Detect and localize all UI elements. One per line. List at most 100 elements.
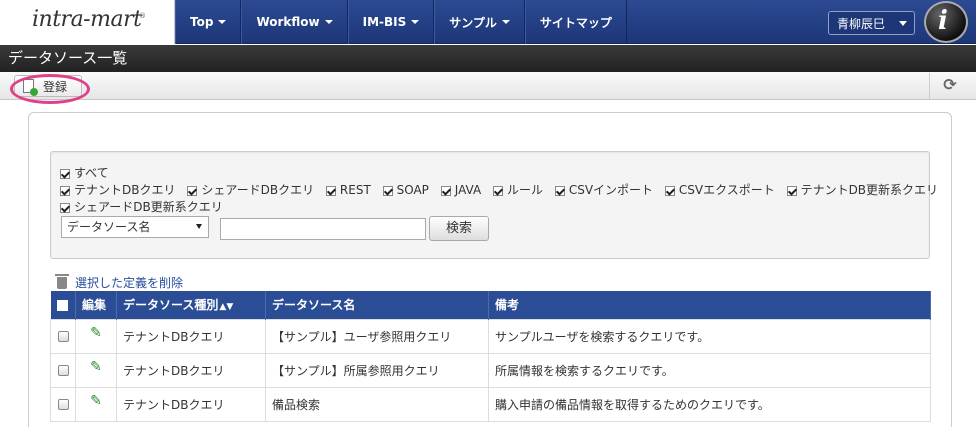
select-all-checkbox[interactable] (57, 299, 69, 311)
note-cell: 購入申請の備品情報を取得するためのクエリです。 (488, 386, 931, 422)
nav-sample-label: サンプル (449, 15, 497, 30)
filter-label: SOAP (396, 183, 429, 197)
caret-down-icon (411, 20, 420, 24)
filter-csv-import[interactable]: CSVインポート (554, 181, 653, 198)
checkbox[interactable] (554, 185, 565, 196)
trash-icon (55, 273, 69, 289)
nav-sitemap[interactable]: サイトマップ (524, 0, 627, 44)
checkbox[interactable] (382, 185, 393, 196)
filter-csv-export[interactable]: CSVエクスポート (664, 181, 775, 198)
note-header: 備考 (488, 291, 931, 319)
select-value: データソース名 (67, 220, 151, 234)
table-header-row: 編集 データソース種別▲▼ データソース名 備考 (50, 291, 931, 319)
checkbox[interactable] (664, 185, 675, 196)
filter-label: JAVA (454, 183, 482, 197)
checkbox[interactable] (60, 202, 70, 213)
checkbox[interactable] (187, 185, 198, 196)
name-cell: 備品検索 (265, 386, 489, 422)
type-header[interactable]: データソース種別▲▼ (116, 291, 266, 319)
filter-label: テナントDBクエリ (74, 183, 176, 197)
table-row: ✎ テナントDBクエリ 【サンプル】ユーザ参照用クエリ サンプルユーザを検索する… (50, 318, 931, 354)
filter-label: テナントDB更新系クエリ (800, 183, 939, 197)
filter-label: CSVエクスポート (678, 183, 775, 197)
delete-selected-link[interactable]: 選択した定義を削除 (55, 273, 184, 291)
filter-label: REST (339, 183, 371, 197)
search-field-select[interactable]: データソース名 (61, 216, 209, 238)
nav-workflow[interactable]: Workflow (241, 0, 348, 44)
nav-top-label: Top (190, 15, 214, 29)
filter-label: シェアードDB更新系クエリ (74, 200, 223, 214)
delete-selected-label: 選択した定義を削除 (75, 276, 184, 290)
checkbox[interactable] (492, 185, 503, 196)
note-cell: サンプルユーザを検索するクエリです。 (488, 318, 931, 354)
filter-java[interactable]: JAVA (440, 183, 482, 197)
row-select-cell (50, 386, 76, 422)
caret-down-icon (899, 21, 907, 26)
checkbox[interactable] (60, 168, 70, 179)
filter-soap[interactable]: SOAP (382, 183, 429, 197)
checkbox[interactable] (786, 185, 797, 196)
filter-tenant-db-query[interactable]: テナントDBクエリ (60, 181, 175, 198)
search-button[interactable]: 検索 (429, 216, 489, 241)
type-cell: テナントDBクエリ (116, 386, 266, 422)
sort-icon[interactable]: ▲▼ (219, 302, 233, 312)
filter-label: シェアードDBクエリ (201, 183, 315, 197)
nav-sitemap-label: サイトマップ (539, 15, 612, 30)
type-cell: テナントDBクエリ (116, 352, 266, 388)
register-button[interactable]: 登録 (14, 75, 82, 97)
page-title: データソース一覧 (0, 45, 976, 72)
search-input[interactable] (220, 218, 426, 240)
caret-down-icon (218, 20, 227, 24)
edit-pencil-icon[interactable]: ✎ (90, 325, 102, 341)
name-header: データソース名 (265, 291, 489, 319)
table-row: ✎ テナントDBクエリ 備品検索 購入申請の備品情報を取得するためのクエリです。 (50, 386, 931, 422)
filter-all[interactable]: すべて (60, 164, 109, 181)
logo-text: intra-mart (32, 7, 142, 32)
table-row: ✎ テナントDBクエリ 【サンプル】所属参照用クエリ 所属情報を検索するクエリで… (50, 352, 931, 388)
row-checkbox[interactable] (57, 365, 69, 376)
edit-cell: ✎ (75, 318, 117, 354)
checkbox[interactable] (325, 185, 336, 196)
registered-mark: ® (139, 12, 146, 20)
user-menu-button[interactable]: 青柳辰巳 (828, 11, 915, 35)
avatar[interactable]: i (924, 1, 968, 43)
edit-cell: ✎ (75, 386, 117, 422)
row-select-cell (50, 352, 76, 388)
nav-sample[interactable]: サンプル (434, 0, 525, 44)
filter-row-1: テナントDBクエリ シェアードDBクエリ REST SOAP JAVA ルール … (60, 181, 946, 198)
row-checkbox[interactable] (57, 331, 69, 342)
name-cell: 【サンプル】所属参照用クエリ (265, 352, 489, 388)
checkbox[interactable] (60, 185, 70, 196)
filter-shared-db-query[interactable]: シェアードDBクエリ (187, 181, 314, 198)
name-cell: 【サンプル】ユーザ参照用クエリ (265, 318, 489, 354)
type-cell: テナントDBクエリ (116, 318, 266, 354)
filter-all-label: すべて (74, 166, 109, 180)
datasource-table: 編集 データソース種別▲▼ データソース名 備考 ✎ テナントDBクエリ 【サン… (50, 291, 931, 422)
checkbox[interactable] (440, 185, 451, 196)
avatar-letter: i (938, 6, 948, 36)
logo[interactable]: intra-mart ® (0, 0, 175, 44)
edit-pencil-icon[interactable]: ✎ (90, 359, 102, 375)
edit-pencil-icon[interactable]: ✎ (90, 393, 102, 409)
filter-tenant-db-update-query[interactable]: テナントDB更新系クエリ (786, 181, 939, 198)
nav-im-bis[interactable]: IM-BIS (347, 0, 435, 44)
filter-all-row: すべて (60, 164, 117, 181)
select-all-header (50, 291, 76, 319)
edit-cell: ✎ (75, 352, 117, 388)
nav-im-bis-label: IM-BIS (362, 15, 407, 29)
nav-top[interactable]: Top (175, 0, 242, 44)
filter-rest[interactable]: REST (325, 183, 371, 197)
caret-down-icon (501, 20, 510, 24)
nav-workflow-label: Workflow (256, 15, 320, 29)
filter-rule[interactable]: ルール (492, 181, 543, 198)
row-checkbox[interactable] (57, 399, 69, 410)
top-navigation-bar: intra-mart ® Top Workflow IM-BIS サンプル サイ… (0, 0, 976, 44)
filter-row-2: シェアードDB更新系クエリ (60, 198, 231, 215)
add-document-icon (23, 79, 38, 96)
refresh-icon[interactable]: ⟳ (940, 74, 960, 96)
row-select-cell (50, 318, 76, 354)
caret-down-icon (324, 20, 333, 24)
filter-label: ルール (506, 183, 543, 197)
filter-shared-db-update-query[interactable]: シェアードDB更新系クエリ (60, 198, 223, 215)
note-cell: 所属情報を検索するクエリです。 (488, 352, 931, 388)
